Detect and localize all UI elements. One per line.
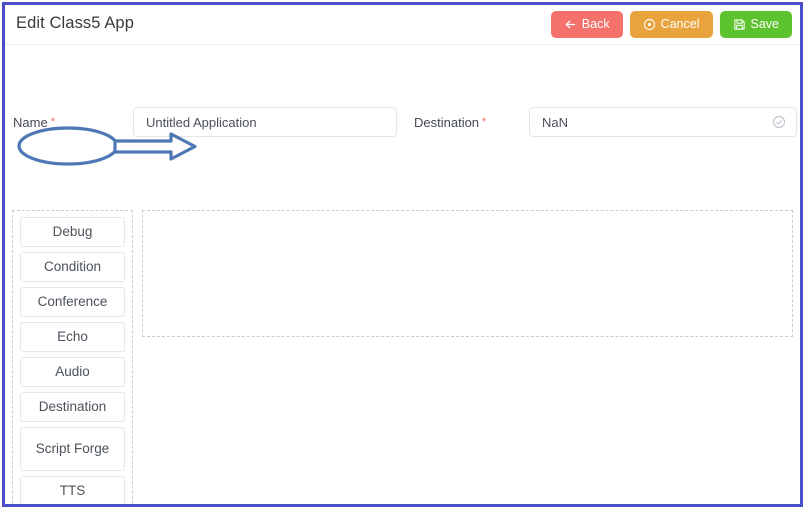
palette-item-label: Debug [52,224,93,240]
save-button-label: Save [750,17,780,32]
palette-item-debug[interactable]: Debug [20,217,125,247]
palette-item-label: Condition [43,259,102,275]
palette-item-echo[interactable]: Echo [20,322,125,352]
palette-item-audio[interactable]: Audio [20,357,125,387]
application-window: Edit Class5 App Back Cancel Save Name * … [5,5,800,504]
component-palette: Debug Condition Conference Echo Audio De… [12,210,133,504]
palette-item-label: Audio [55,364,90,380]
name-input[interactable]: Untitled Application [133,107,397,137]
destination-input-value: NaN [542,114,569,130]
page-title: Edit Class5 App [16,14,134,32]
highlight-ellipse-debug [17,126,119,166]
cancel-circle-icon [643,18,656,31]
name-required-marker: * [50,116,55,128]
app-header: Edit Class5 App Back Cancel Save [5,5,800,45]
back-button[interactable]: Back [550,11,623,38]
name-input-value: Untitled Application [146,114,257,130]
palette-item-label: Conference [37,294,108,310]
palette-item-destination[interactable]: Destination [20,392,125,422]
palette-item-label: Echo [57,329,88,345]
name-label-text: Name [13,115,48,130]
palette-item-script-forge[interactable]: Script Forge [20,427,125,471]
check-circle-icon [772,115,786,129]
back-button-label: Back [581,17,610,32]
destination-required-marker: * [482,116,487,128]
cancel-button-label: Cancel [660,17,700,32]
palette-item-label: Destination [38,399,107,415]
palette-item-condition[interactable]: Condition [20,252,125,282]
palette-item-label: TTS [59,483,86,499]
floppy-disk-icon [733,18,746,31]
header-actions: Back Cancel Save [550,11,792,38]
flow-canvas[interactable] [142,210,793,337]
name-field-label: Name * [13,115,55,130]
destination-field-label: Destination * [414,115,486,130]
palette-item-conference[interactable]: Conference [20,287,125,317]
destination-input[interactable]: NaN [529,107,797,137]
save-button[interactable]: Save [719,11,792,38]
pointer-arrow-icon [113,132,197,161]
form-row: Name * Untitled Application Destination * … [5,45,800,137]
destination-label-text: Destination [414,115,480,130]
palette-item-tts[interactable]: TTS [20,476,125,504]
arrow-left-icon [564,18,577,31]
screenshot-root: Edit Class5 App Back Cancel Save Name * … [0,0,805,509]
cancel-button[interactable]: Cancel [629,11,713,38]
palette-item-label: Script Forge [35,441,110,457]
